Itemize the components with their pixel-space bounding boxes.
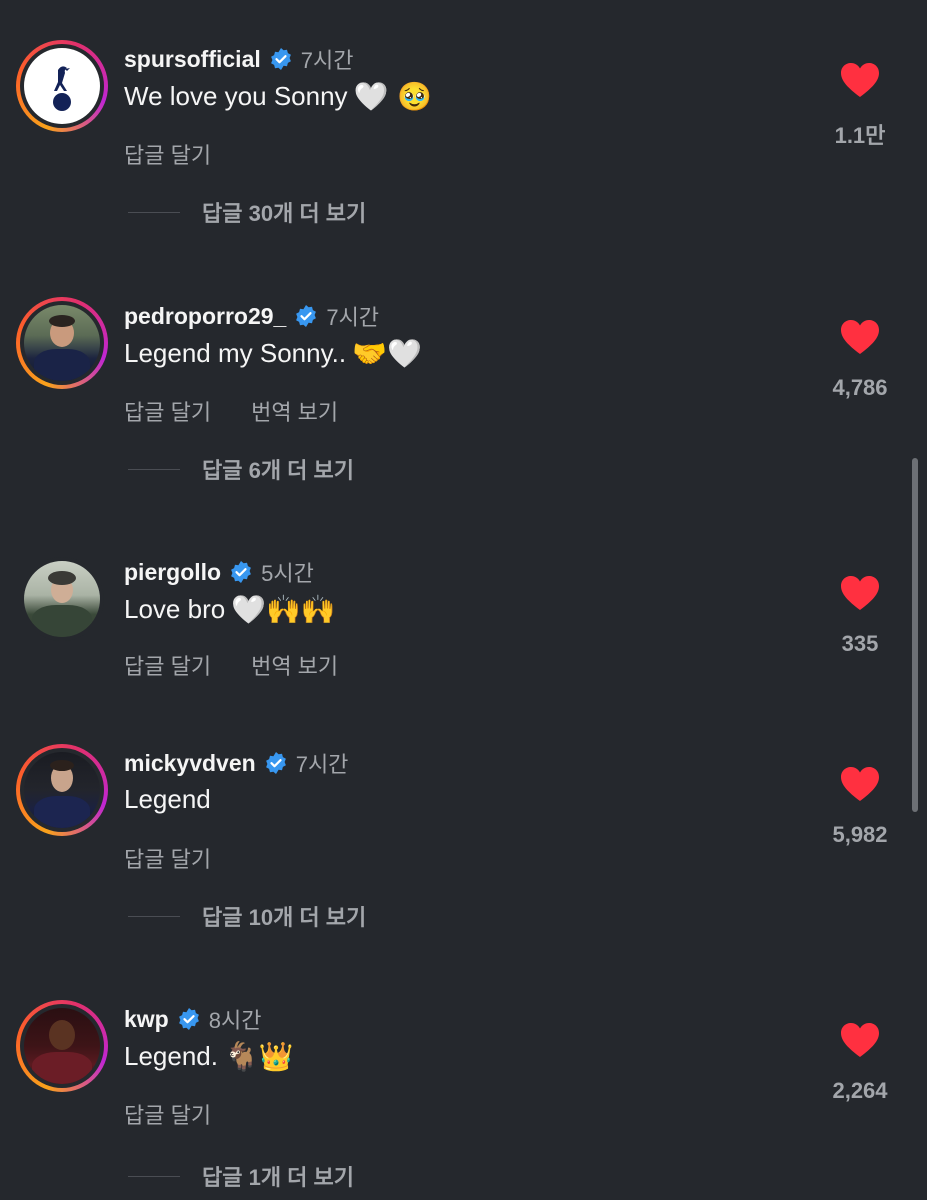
avatar-shirt bbox=[34, 796, 90, 828]
like-count: 5,982 bbox=[832, 822, 888, 847]
story-ring[interactable] bbox=[16, 744, 108, 836]
avatar bbox=[24, 561, 100, 637]
story-ring[interactable] bbox=[16, 1000, 108, 1092]
heart-filled-icon[interactable] bbox=[840, 62, 880, 98]
story-ring[interactable] bbox=[16, 297, 108, 389]
verified-badge-icon bbox=[231, 561, 252, 583]
username[interactable]: spursofficial bbox=[124, 46, 261, 73]
view-replies-label: 답글 10개 더 보기 bbox=[202, 905, 367, 930]
avatar-face bbox=[49, 1020, 75, 1050]
avatar-hair bbox=[49, 315, 75, 327]
avatar-shirt bbox=[34, 349, 90, 381]
replies-divider bbox=[128, 468, 180, 470]
comment-time: 7시간 bbox=[300, 48, 354, 73]
avatar bbox=[24, 752, 100, 828]
view-replies-button[interactable]: 답글 6개 더 보기 bbox=[128, 453, 354, 485]
avatar bbox=[24, 48, 100, 124]
comment-emojis: 🤍🙌🙌 bbox=[231, 593, 336, 626]
comment-time: 7시간 bbox=[326, 305, 380, 330]
verified-badge-icon bbox=[270, 48, 291, 70]
avatar-wrapper[interactable] bbox=[16, 553, 108, 645]
avatar-hair bbox=[50, 760, 74, 771]
comment-body: Legend my Sonny.. bbox=[124, 338, 347, 368]
avatar-shirt bbox=[32, 1052, 92, 1084]
like-count: 335 bbox=[841, 631, 879, 656]
view-replies-button[interactable]: 답글 1개 더 보기 bbox=[128, 1160, 354, 1192]
view-replies-label: 답글 30개 더 보기 bbox=[202, 201, 367, 226]
username[interactable]: mickyvdven bbox=[124, 750, 256, 777]
replies-divider bbox=[128, 915, 180, 917]
like-count: 1.1만 bbox=[834, 123, 886, 148]
verified-badge-icon bbox=[296, 305, 317, 327]
comment-text: Love bro 🤍🙌🙌 bbox=[124, 593, 336, 626]
avatar-beanie bbox=[48, 571, 76, 585]
spurs-logo-icon bbox=[53, 66, 71, 111]
comment-body: Love bro bbox=[124, 594, 226, 624]
heart-filled-icon[interactable] bbox=[840, 319, 880, 355]
comment-emojis: 🤝🤍 bbox=[352, 337, 422, 370]
like-count: 4,786 bbox=[832, 375, 888, 400]
comment-body: Legend bbox=[124, 784, 211, 814]
reply-button[interactable]: 답글 달기 bbox=[124, 1098, 211, 1130]
reply-button[interactable]: 답글 달기 bbox=[124, 395, 211, 427]
comment-emojis: 🐐👑 bbox=[223, 1040, 294, 1073]
verified-badge-icon bbox=[178, 1008, 199, 1030]
view-replies-label: 답글 1개 더 보기 bbox=[202, 1165, 355, 1190]
view-replies-button[interactable]: 답글 10개 더 보기 bbox=[128, 900, 366, 932]
heart-filled-icon[interactable] bbox=[840, 1022, 880, 1058]
translate-button[interactable]: 번역 보기 bbox=[251, 649, 338, 681]
replies-divider bbox=[128, 211, 180, 213]
view-replies-button[interactable]: 답글 30개 더 보기 bbox=[128, 196, 366, 228]
heart-filled-icon[interactable] bbox=[840, 766, 880, 802]
comment-text: Legend bbox=[124, 784, 211, 815]
comment-emojis: 🤍 🥹 bbox=[353, 80, 433, 113]
username[interactable]: pedroporro29_ bbox=[124, 303, 286, 330]
username[interactable]: kwp bbox=[124, 1006, 169, 1033]
translate-button[interactable]: 번역 보기 bbox=[251, 395, 338, 427]
comment-time: 7시간 bbox=[295, 752, 349, 777]
view-replies-label: 답글 6개 더 보기 bbox=[202, 458, 355, 483]
heart-filled-icon[interactable] bbox=[840, 575, 880, 611]
avatar-jacket bbox=[32, 605, 92, 637]
avatar bbox=[24, 305, 100, 381]
comment-time: 5시간 bbox=[261, 561, 314, 586]
comment-time: 8시간 bbox=[208, 1008, 262, 1033]
comment-body: Legend. bbox=[124, 1041, 218, 1071]
comment-text: Legend. 🐐👑 bbox=[124, 1040, 294, 1073]
like-count: 2,264 bbox=[832, 1078, 888, 1103]
username[interactable]: piergollo bbox=[124, 559, 221, 586]
verified-badge-icon bbox=[265, 752, 286, 774]
reply-button[interactable]: 답글 달기 bbox=[124, 649, 211, 681]
comment-text: We love you Sonny 🤍 🥹 bbox=[124, 80, 432, 113]
replies-divider bbox=[128, 1175, 180, 1177]
comment-body: We love you Sonny bbox=[124, 81, 348, 111]
reply-button[interactable]: 답글 달기 bbox=[124, 138, 211, 170]
comment-text: Legend my Sonny.. 🤝🤍 bbox=[124, 337, 422, 370]
story-ring[interactable] bbox=[16, 40, 108, 132]
scrollbar[interactable] bbox=[912, 458, 918, 812]
avatar bbox=[24, 1008, 100, 1084]
reply-button[interactable]: 답글 달기 bbox=[124, 842, 211, 874]
